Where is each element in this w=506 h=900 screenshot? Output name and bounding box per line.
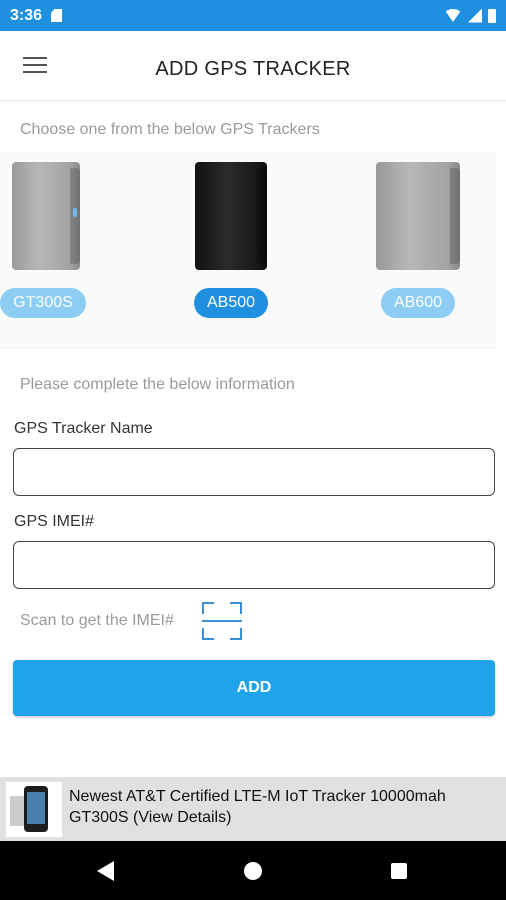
tracker-option-ab600[interactable]: AB600: [346, 152, 486, 332]
qr-scan-icon[interactable]: [202, 602, 242, 640]
tracker-label-pill: AB500: [194, 288, 268, 318]
imei-label: GPS IMEI#: [14, 513, 95, 530]
signal-icon: [468, 8, 482, 23]
add-button[interactable]: ADD: [13, 660, 495, 716]
tracker-label-pill: AB600: [381, 288, 455, 318]
recents-icon[interactable]: [391, 863, 407, 879]
battery-icon: [488, 8, 496, 23]
tracker-name-label: GPS Tracker Name: [14, 420, 153, 437]
tracker-option-gt300s[interactable]: GT300S: [0, 152, 102, 332]
promo-text: Newest AT&T Certified LTE-M IoT Tracker …: [69, 786, 499, 828]
app-header: ADD GPS TRACKER: [0, 31, 506, 101]
promo-line-1: Newest AT&T Certified LTE-M IoT Tracker …: [69, 788, 446, 805]
tracker-device-image: [195, 162, 267, 270]
status-time: 3:36: [10, 6, 43, 24]
tracker-device-image: [12, 162, 80, 270]
scan-label: Scan to get the IMEI#: [20, 612, 174, 629]
promo-line-2: GT300S (View Details): [69, 809, 232, 826]
back-icon[interactable]: [97, 861, 114, 881]
tracker-option-ab500[interactable]: AB500: [164, 152, 304, 332]
form-hint: Please complete the below information: [20, 376, 295, 393]
promo-banner[interactable]: Newest AT&T Certified LTE-M IoT Tracker …: [0, 777, 506, 841]
home-icon[interactable]: [244, 862, 262, 880]
sd-card-icon: [51, 9, 63, 22]
status-bar: 3:36: [0, 0, 506, 31]
status-icons: [444, 8, 496, 23]
page-title: ADD GPS TRACKER: [155, 58, 351, 80]
imei-input[interactable]: [13, 541, 495, 589]
tracker-carousel[interactable]: GT300S AB500 AB600: [0, 152, 496, 350]
system-nav-bar: [0, 841, 506, 900]
promo-product-image: [6, 782, 62, 837]
wifi-icon: [444, 9, 462, 22]
tracker-name-input[interactable]: [13, 448, 495, 496]
tracker-label-pill: GT300S: [0, 288, 86, 318]
tracker-hint: Choose one from the below GPS Trackers: [20, 121, 320, 138]
tracker-device-image: [376, 162, 460, 270]
